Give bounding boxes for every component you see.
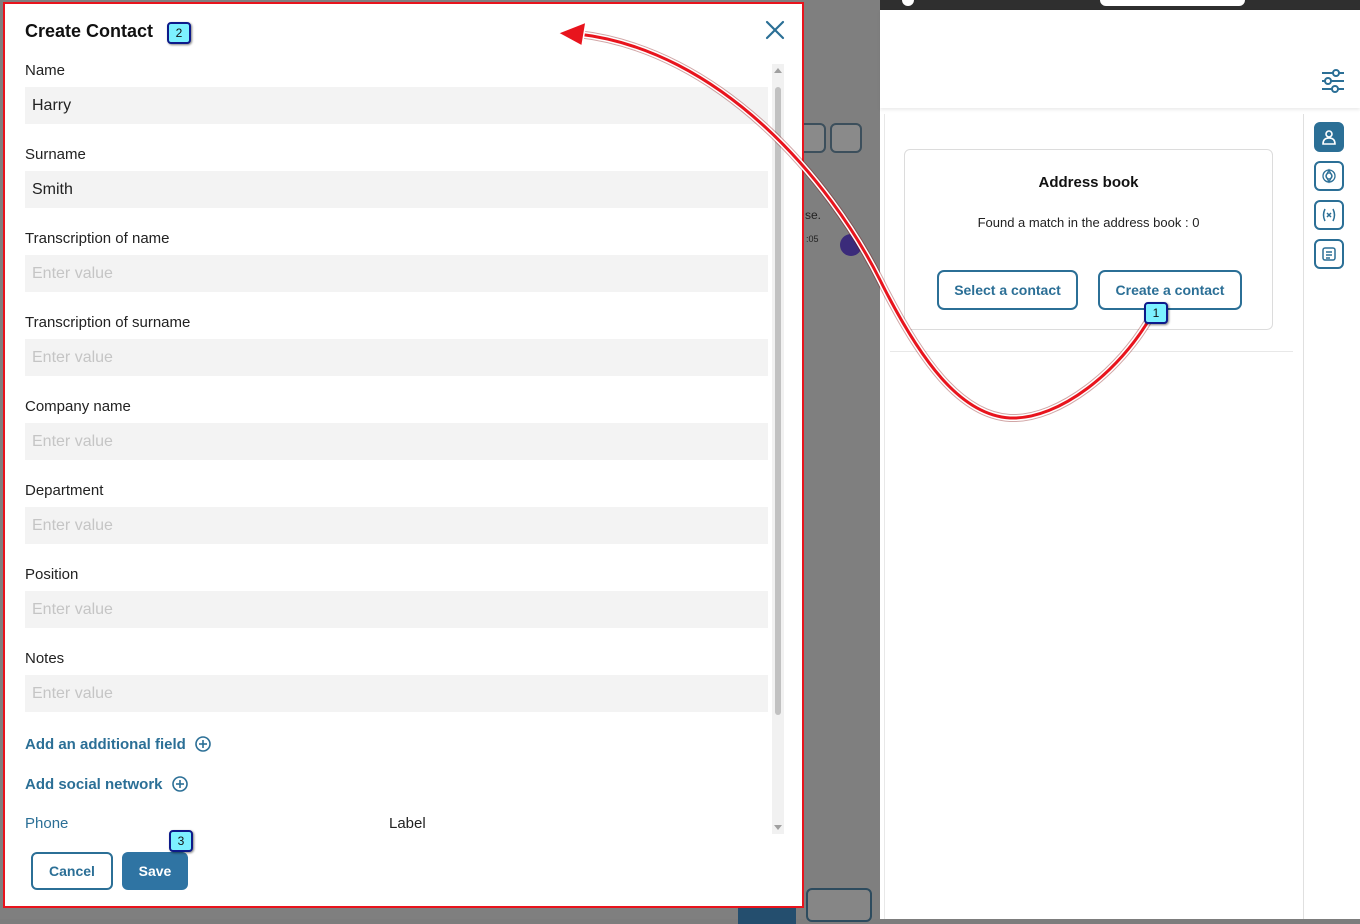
transcription-name-label: Transcription of name — [25, 230, 170, 247]
name-field[interactable] — [25, 87, 768, 124]
add-social-network-link[interactable]: Add social network — [25, 775, 189, 793]
company-name-field[interactable] — [25, 423, 768, 460]
address-book-title: Address book — [1038, 174, 1139, 191]
variable-icon — [1322, 208, 1336, 222]
annotation-badge-2: 2 — [167, 22, 191, 44]
scroll-down-arrow-icon[interactable] — [774, 825, 782, 830]
filter-settings-icon[interactable] — [1320, 68, 1346, 94]
panel-divider-left — [884, 114, 885, 919]
panel-divider — [1303, 114, 1304, 919]
scrollbar-thumb[interactable] — [775, 87, 781, 715]
transcription-surname-label: Transcription of surname — [25, 314, 191, 331]
panel-separator — [890, 351, 1293, 352]
select-contact-button[interactable]: Select a contact — [937, 270, 1078, 310]
panel-header — [880, 10, 1360, 108]
surname-field[interactable] — [25, 171, 768, 208]
add-additional-field-link[interactable]: Add an additional field — [25, 735, 212, 753]
label-column-header: Label — [389, 815, 426, 832]
add-social-network-label: Add social network — [25, 775, 163, 793]
form-scrollbar[interactable] — [772, 64, 784, 834]
plus-circle-icon — [171, 776, 188, 792]
save-button[interactable]: Save — [122, 852, 188, 890]
department-label: Department — [25, 482, 104, 499]
name-label: Name — [25, 62, 66, 79]
plus-circle-icon — [195, 736, 211, 752]
create-contact-modal: Create Contact Name Surname Transcriptio… — [3, 2, 804, 908]
modal-title: Create Contact — [25, 21, 154, 41]
background-time-fragment: :05 — [806, 234, 819, 244]
annotation-badge-3: 3 — [169, 830, 193, 852]
openai-icon — [1322, 168, 1336, 184]
position-field[interactable] — [25, 591, 768, 628]
surname-label: Surname — [25, 146, 86, 163]
browser-pill — [1100, 0, 1245, 6]
ai-tab-button[interactable] — [1314, 161, 1344, 191]
transcription-name-field[interactable] — [25, 255, 768, 292]
department-field[interactable] — [25, 507, 768, 544]
side-toolbar — [1314, 122, 1344, 278]
document-icon — [1322, 247, 1336, 261]
close-icon[interactable] — [763, 18, 787, 42]
address-book-card: Address book Found a match in the addres… — [904, 149, 1273, 330]
transcription-surname-field[interactable] — [25, 339, 768, 376]
address-book-match-count: Found a match in the address book : 0 — [977, 215, 1200, 230]
variables-tab-button[interactable] — [1314, 200, 1344, 230]
notes-tab-button[interactable] — [1314, 239, 1344, 269]
create-contact-button[interactable]: Create a contact — [1098, 270, 1242, 310]
contact-tab-button[interactable] — [1314, 122, 1344, 152]
position-label: Position — [25, 566, 79, 583]
phone-label[interactable]: Phone — [25, 815, 68, 832]
browser-top-strip — [880, 0, 1360, 10]
background-text-fragment: se. — [805, 208, 822, 222]
contact-form[interactable]: Name Surname Transcription of name Trans… — [25, 56, 770, 836]
scroll-up-arrow-icon[interactable] — [774, 68, 782, 73]
person-icon — [1322, 130, 1336, 145]
background-template-button — [806, 888, 872, 922]
right-panel: Address book Found a match in the addres… — [880, 10, 1360, 919]
company-name-label: Company name — [25, 398, 131, 415]
notes-field[interactable] — [25, 675, 768, 712]
notes-label: Notes — [25, 650, 65, 667]
browser-dot-icon — [902, 0, 914, 6]
add-additional-field-label: Add an additional field — [25, 735, 186, 753]
background-upload-button — [830, 123, 862, 153]
background-avatar — [840, 234, 862, 256]
cancel-button[interactable]: Cancel — [31, 852, 113, 890]
annotation-badge-1: 1 — [1144, 302, 1168, 324]
